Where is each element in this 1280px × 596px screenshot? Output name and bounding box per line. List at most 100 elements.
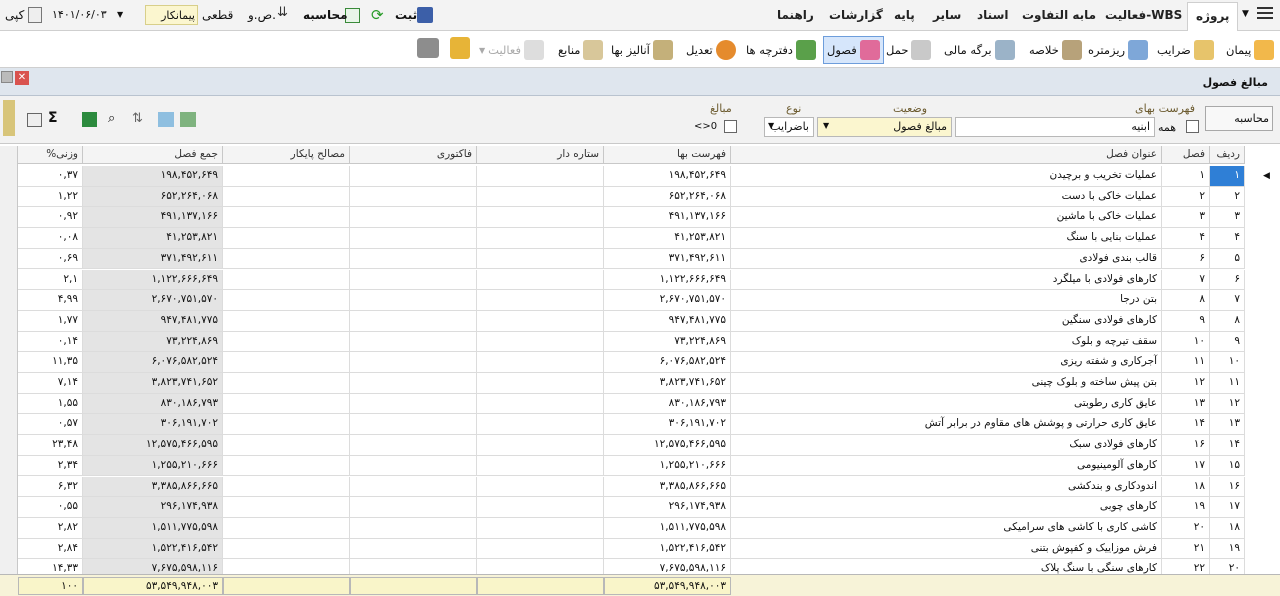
cell-weight[interactable]: ۱,۲۲: [18, 186, 83, 207]
cell-starred[interactable]: [477, 228, 604, 248]
cell-price-list[interactable]: ۷۳,۲۲۴,۸۶۹: [604, 331, 731, 352]
cell-starred[interactable]: [477, 435, 604, 455]
cell-invoiced[interactable]: [350, 290, 477, 310]
cell-chapter-sum[interactable]: ۳,۸۲۳,۷۴۱,۶۵۲: [83, 373, 223, 393]
cell-chapter[interactable]: ۲۰: [1162, 517, 1210, 538]
cell-chapter-sum[interactable]: ۷۳,۲۲۴,۸۶۹: [83, 331, 223, 352]
menu-item-documents[interactable]: اسناد: [977, 8, 1008, 22]
table-row[interactable]: ۵ ۶ قالب بندی فولادی ۳۷۱,۴۹۲,۶۱۱ ۳۷۱,۴۹۲,۶۱۱…: [18, 248, 1245, 270]
table-row[interactable]: ۷ ۸ بتن درجا ۲,۶۷۰,۷۵۱,۵۷۰ ۲,۶۷۰,۷۵۱,۵۷۰ ۴,۹۹: [18, 290, 1245, 311]
cell-invoiced[interactable]: [350, 166, 477, 186]
cell-title[interactable]: فرش موزاییک و کفپوش بتنی: [731, 538, 1162, 559]
cell-radif[interactable]: ۶: [1210, 269, 1245, 290]
cell-starred[interactable]: [477, 310, 604, 331]
cell-weight[interactable]: ۲,۸۴: [18, 538, 83, 559]
cell-chapter-sum[interactable]: ۶۵۲,۲۶۴,۰۶۸: [83, 186, 223, 207]
cell-chapter-sum[interactable]: ۲۹۶,۱۷۴,۹۳۸: [83, 497, 223, 517]
menu-item-wbs[interactable]: فعالیت-WBS: [1105, 8, 1182, 22]
cell-price-list[interactable]: ۱,۵۱۱,۷۷۵,۵۹۸: [604, 517, 731, 538]
vertical-scrollbar[interactable]: [0, 146, 18, 574]
cell-weight[interactable]: ۰,۵۵: [18, 497, 83, 517]
cell-chapter[interactable]: ۱۶: [1162, 435, 1210, 455]
cell-title[interactable]: بتن درجا: [731, 290, 1162, 310]
cell-price-list[interactable]: ۱,۱۲۲,۶۶۶,۶۴۹: [604, 269, 731, 290]
cell-price-list[interactable]: ۳۰۶,۱۹۱,۷۰۲: [604, 414, 731, 435]
cell-radif[interactable]: ۵: [1210, 248, 1245, 269]
table-row[interactable]: ۶ ۷ کارهای فولادی با میلگرد ۱,۱۲۲,۶۶۶,۶۴۹ ۱,…: [18, 269, 1245, 291]
cell-chapter[interactable]: ۱۹: [1162, 497, 1210, 517]
cell-site-materials[interactable]: [223, 207, 350, 228]
printer-icon[interactable]: [417, 38, 439, 58]
cell-starred[interactable]: [477, 186, 604, 207]
cell-price-list[interactable]: ۶,۰۷۶,۵۸۲,۵۲۴: [604, 352, 731, 372]
cell-radif[interactable]: ۱۱: [1210, 373, 1245, 393]
cell-chapter-sum[interactable]: ۸۳۰,۱۸۶,۷۹۳: [83, 393, 223, 414]
toolbar-summary-button[interactable]: خلاصه: [1029, 36, 1082, 64]
cell-chapter-sum[interactable]: ۱,۱۲۲,۶۶۶,۶۴۹: [83, 269, 223, 290]
cell-price-list[interactable]: ۳,۳۸۵,۸۶۶,۶۶۵: [604, 476, 731, 497]
cell-price-list[interactable]: ۸۳۰,۱۸۶,۷۹۳: [604, 393, 731, 414]
col-invoiced[interactable]: فاکتوری: [350, 146, 477, 164]
menu-item-help[interactable]: راهنما: [777, 8, 814, 22]
cell-radif[interactable]: ۴: [1210, 228, 1245, 248]
toolbar-booklets-button[interactable]: دفترچه ها: [746, 36, 816, 64]
cell-chapter-sum[interactable]: ۹۴۷,۴۸۱,۷۷۵: [83, 310, 223, 331]
search-replace-icon[interactable]: [180, 112, 196, 127]
cell-radif[interactable]: ۷: [1210, 290, 1245, 310]
toolbar-price-analysis-button[interactable]: آنالیز بها: [611, 36, 673, 64]
hamburger-menu-icon[interactable]: [1257, 7, 1273, 9]
cell-site-materials[interactable]: [223, 476, 350, 497]
cell-site-materials[interactable]: [223, 186, 350, 207]
cell-chapter[interactable]: ۴: [1162, 228, 1210, 248]
cell-invoiced[interactable]: [350, 393, 477, 414]
cell-site-materials[interactable]: [223, 310, 350, 331]
cell-title[interactable]: عملیات بنایی با سنگ: [731, 228, 1162, 248]
menu-item-other[interactable]: سایر: [933, 8, 961, 22]
table-row[interactable]: ۱۳ ۱۴ عایق کاری حرارتی و پوشش های مقاوم در…: [18, 414, 1245, 436]
cell-chapter-sum[interactable]: ۴۹۱,۱۳۷,۱۶۶: [83, 207, 223, 228]
cell-site-materials[interactable]: [223, 228, 350, 248]
calculate-filter-button[interactable]: محاسبه: [1205, 106, 1273, 131]
cell-site-materials[interactable]: [223, 414, 350, 435]
cell-site-materials[interactable]: [223, 290, 350, 310]
cell-title[interactable]: عایق کاری حرارتی و پوشش های مقاوم در برا…: [731, 414, 1162, 435]
cell-starred[interactable]: [477, 517, 604, 538]
cell-chapter-sum[interactable]: ۳۰۶,۱۹۱,۷۰۲: [83, 414, 223, 435]
cell-radif[interactable]: ۲: [1210, 186, 1245, 207]
table-row[interactable]: ۱۰ ۱۱ آجرکاری و شفته ریزی ۶,۰۷۶,۵۸۲,۵۲۴ ۶,۰۷…: [18, 352, 1245, 373]
cell-invoiced[interactable]: [350, 207, 477, 228]
cell-starred[interactable]: [477, 248, 604, 269]
cell-starred[interactable]: [477, 476, 604, 497]
toolbar-transport-button[interactable]: حمل: [886, 36, 932, 64]
table-row[interactable]: ۱۷ ۱۹ کارهای چوبی ۲۹۶,۱۷۴,۹۳۸ ۲۹۶,۱۷۴,۹۳۸ ۰,۵…: [18, 497, 1245, 518]
contractor-field[interactable]: پیمانکار: [145, 5, 198, 25]
table-row[interactable]: ۱۹ ۲۱ فرش موزاییک و کفپوش بتنی ۱,۵۲۲,۴۱۶,۵۴…: [18, 538, 1245, 560]
cell-starred[interactable]: [477, 352, 604, 372]
col-radif[interactable]: ردیف: [1210, 146, 1245, 164]
cell-invoiced[interactable]: [350, 186, 477, 207]
save-icon[interactable]: [417, 7, 433, 23]
cell-chapter-sum[interactable]: ۱۲,۵۷۵,۴۶۶,۵۹۵: [83, 435, 223, 455]
cell-title[interactable]: قالب بندی فولادی: [731, 248, 1162, 269]
cell-radif[interactable]: ۳: [1210, 207, 1245, 228]
cell-chapter[interactable]: ۳: [1162, 207, 1210, 228]
cell-site-materials[interactable]: [223, 538, 350, 559]
cell-price-list[interactable]: ۴۹۱,۱۳۷,۱۶۶: [604, 207, 731, 228]
cell-price-list[interactable]: ۴۱,۲۵۳,۸۲۱: [604, 228, 731, 248]
col-site-materials[interactable]: مصالح پایکار: [223, 146, 350, 164]
dropdown-arrow-icon[interactable]: ▼: [1242, 9, 1249, 19]
table-row[interactable]: ۸ ۹ کارهای فولادی سنگین ۹۴۷,۴۸۱,۷۷۵ ۹۴۷,۴۸۱,…: [18, 310, 1245, 332]
calculate-button[interactable]: محاسبه: [303, 8, 348, 22]
cell-site-materials[interactable]: [223, 166, 350, 186]
cell-radif[interactable]: ۱۶: [1210, 476, 1245, 497]
col-price-list[interactable]: فهرست بها: [604, 146, 731, 164]
cell-chapter[interactable]: ۱۲: [1162, 373, 1210, 393]
cell-site-materials[interactable]: [223, 393, 350, 414]
cell-invoiced[interactable]: [350, 455, 477, 476]
double-chevron-down-icon[interactable]: ⇊: [277, 5, 288, 20]
sort-icon[interactable]: ⇅: [132, 111, 143, 126]
save-button[interactable]: ثبت: [395, 8, 417, 22]
toolbar-chapters-button[interactable]: فصول: [823, 36, 884, 64]
cell-site-materials[interactable]: [223, 517, 350, 538]
cell-chapter[interactable]: ۲: [1162, 186, 1210, 207]
